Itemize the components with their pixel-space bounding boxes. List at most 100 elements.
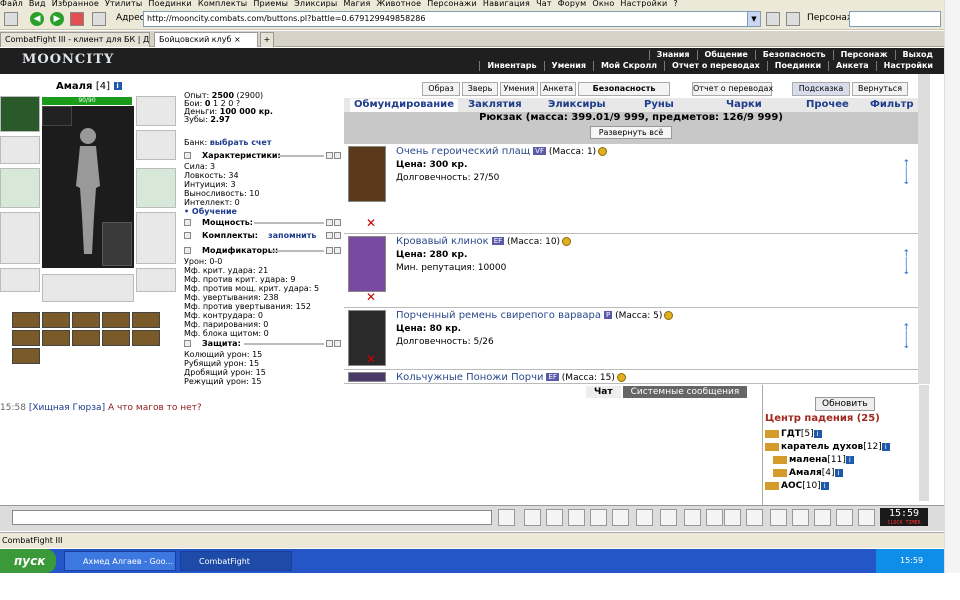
top-nav-link[interactable]: Знания [648, 50, 697, 60]
belt-slot[interactable] [0, 268, 40, 292]
info-icon[interactable]: i [834, 468, 843, 477]
arrow-down-icon[interactable] [334, 152, 341, 159]
pet-slot[interactable] [102, 222, 132, 266]
menu-item[interactable]: Избранное [52, 0, 99, 8]
sub-nav-link[interactable]: Мой Скролл [592, 61, 664, 71]
user-entry[interactable]: Амаля[4] i [773, 468, 843, 478]
user-name[interactable]: Амаля [789, 468, 822, 478]
persona-select[interactable] [849, 11, 941, 27]
menu-item[interactable]: Эликсиры [294, 0, 337, 8]
tab-chat[interactable]: Чат [586, 386, 621, 398]
sub-nav-link[interactable]: Инвентарь [479, 61, 543, 71]
go-icon[interactable] [766, 12, 780, 26]
chat-input[interactable] [12, 510, 492, 525]
arrow-up-icon[interactable] [326, 247, 333, 254]
defense-header[interactable]: Защита: [184, 339, 341, 349]
menu-item[interactable]: Персонажи [427, 0, 477, 8]
menu-item[interactable]: Файл [0, 0, 23, 8]
spell-slot[interactable] [72, 330, 100, 346]
sub-nav-link[interactable]: Поединки [766, 61, 828, 71]
menu-item[interactable]: Магия [343, 0, 370, 8]
reorder-icon[interactable]: ↑ │ ↓ [902, 324, 910, 351]
boots-slot[interactable] [136, 268, 176, 292]
spell-slot[interactable] [102, 312, 130, 328]
item-title[interactable]: Порченный ремень свирепого варвара [396, 310, 601, 321]
stop-icon[interactable] [70, 12, 84, 26]
bracer-slot[interactable] [0, 136, 40, 164]
top-nav-link[interactable]: Общение [696, 50, 755, 60]
toolbar-icon[interactable] [792, 509, 809, 526]
toolbar-button[interactable]: Безопасность [578, 82, 670, 96]
sub-nav-link[interactable]: Умения [543, 61, 593, 71]
reorder-icon[interactable]: ↑ │ ↓ [902, 250, 910, 277]
toolbar-button[interactable]: Вернуться [852, 82, 908, 96]
info-icon[interactable]: i [813, 429, 822, 438]
tab-combatfight[interactable]: CombatFight III - клиент для БК | До... [0, 32, 150, 47]
menu-item[interactable]: Приемы [253, 0, 288, 8]
spell-slot[interactable] [72, 312, 100, 328]
arrow-down-icon[interactable] [334, 247, 341, 254]
arrow-up-icon[interactable] [326, 152, 333, 159]
toolbar-icon[interactable] [590, 509, 607, 526]
back-icon[interactable]: ◀ [30, 12, 44, 26]
toolbar-icon[interactable] [814, 509, 831, 526]
spell-slot[interactable] [12, 312, 40, 328]
category-tab[interactable]: Обмундирование [350, 99, 458, 112]
expand-all-button[interactable]: Развернуть всё [589, 126, 673, 139]
menu-item[interactable]: Чат [536, 0, 552, 8]
user-name[interactable]: каратель духов [781, 442, 863, 452]
collapse-icon[interactable] [184, 232, 191, 239]
modifiers-header[interactable]: Модификаторы: [184, 246, 341, 256]
delete-icon[interactable]: ✕ [366, 352, 376, 366]
menu-item[interactable]: Утилиты [105, 0, 142, 8]
sub-nav-link[interactable]: Анкета [828, 61, 876, 71]
toolbar-icon[interactable] [546, 509, 563, 526]
armor-slot[interactable] [0, 212, 40, 264]
user-name[interactable]: АОС [781, 481, 802, 491]
spell-slot[interactable] [102, 330, 130, 346]
toolbar-button[interactable]: Зверь [462, 82, 498, 96]
item-name[interactable]: Кольчужные Поножи Порчи EF (Масса: 15) [396, 372, 626, 383]
menu-item[interactable]: Животное [376, 0, 421, 8]
user-entry[interactable]: ГДТ[5] i [765, 429, 822, 439]
address-input[interactable]: http://mooncity.combats.com/buttons.pl?b… [143, 11, 761, 27]
toolbar-icon[interactable] [770, 509, 787, 526]
toolbar-button[interactable]: Образ [422, 82, 460, 96]
category-tab[interactable]: Руны [644, 99, 674, 110]
start-button[interactable]: пуск [0, 549, 56, 573]
category-tab[interactable]: Заклятия [468, 99, 522, 110]
arrow-down-icon[interactable] [334, 232, 341, 239]
sub-nav-link[interactable]: Настройки [875, 61, 940, 71]
item-icon[interactable] [348, 146, 386, 202]
users-scrollbar[interactable] [919, 385, 929, 501]
info-icon[interactable]: i [820, 481, 829, 490]
ring-slot[interactable] [42, 106, 72, 126]
menu-item[interactable]: Настройки [620, 0, 667, 8]
item-name[interactable]: Порченный ремень свирепого варвара P (Мас… [396, 310, 674, 321]
shield-slot[interactable] [136, 168, 176, 208]
toolbar-icon[interactable] [660, 509, 677, 526]
toolbar-button[interactable]: Умения [500, 82, 538, 96]
toolbar-icon[interactable] [524, 509, 541, 526]
toolbar-icon[interactable] [498, 509, 515, 526]
toolbar-icon[interactable] [612, 509, 629, 526]
chat-author[interactable]: [Хищная Гюрза] [29, 403, 105, 413]
spell-slot[interactable] [12, 348, 40, 364]
toolbar-icon[interactable] [836, 509, 853, 526]
category-tab[interactable]: Прочее [806, 99, 849, 110]
menu-item[interactable]: Комплекты [198, 0, 247, 8]
task-chrome[interactable]: Ахмед Алгаев - Goo... [64, 551, 176, 571]
toolbar-icon[interactable] [636, 509, 653, 526]
people-icon[interactable] [786, 12, 800, 26]
arrow-up-icon[interactable] [326, 340, 333, 347]
toolbar-icon[interactable] [858, 509, 875, 526]
delete-icon[interactable]: ✕ [366, 290, 376, 304]
remember-set-link[interactable]: запомнить [268, 231, 316, 240]
menu-item[interactable]: Форум [558, 0, 587, 8]
collapse-icon[interactable] [184, 340, 191, 347]
info-icon[interactable]: i [113, 82, 122, 90]
refresh-icon[interactable] [92, 12, 106, 26]
item-title[interactable]: Очень героический плащ [396, 146, 530, 157]
tab-fightclub[interactable]: Бойцовский клуб × [154, 32, 258, 47]
task-combatfight[interactable]: CombatFight [180, 551, 292, 571]
